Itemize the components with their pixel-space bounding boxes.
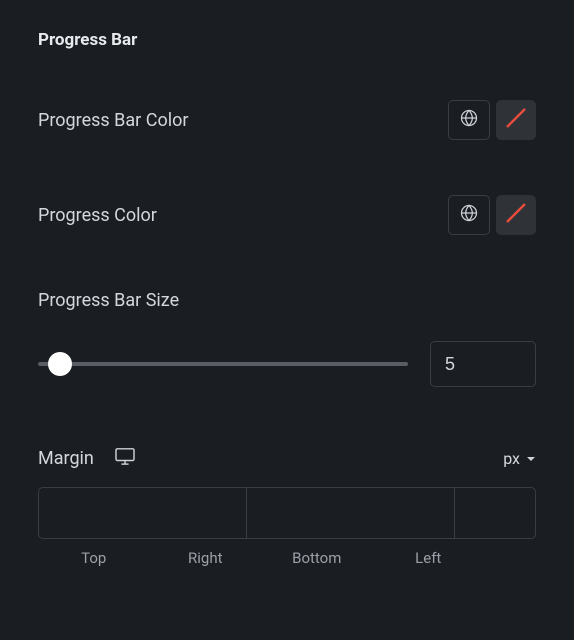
margin-inputs (38, 487, 536, 539)
unit-label: px (503, 449, 520, 468)
size-input[interactable] (430, 341, 536, 387)
progress-color-control (448, 195, 536, 235)
section-title: Progress Bar (38, 30, 536, 50)
margin-header: Margin px (38, 447, 536, 469)
margin-section: Margin px Top Right Bottom Left (38, 447, 536, 567)
no-color-icon (502, 104, 530, 136)
globe-icon (459, 108, 479, 132)
progress-bar-size-section: Progress Bar Size (38, 290, 536, 387)
desktop-icon (114, 447, 136, 469)
progress-bar-color-label: Progress Bar Color (38, 110, 188, 131)
slider-thumb[interactable] (48, 352, 72, 376)
margin-left-label: Left (373, 549, 485, 567)
progress-color-row: Progress Color (38, 195, 536, 235)
color-swatch[interactable] (496, 100, 536, 140)
global-color-button[interactable] (448, 195, 490, 235)
margin-right-label: Right (150, 549, 262, 567)
color-swatch[interactable] (496, 195, 536, 235)
margin-top-input[interactable] (39, 488, 247, 538)
margin-side-labels: Top Right Bottom Left (38, 549, 536, 567)
chevron-down-icon (526, 449, 536, 468)
global-color-button[interactable] (448, 100, 490, 140)
margin-label: Margin (38, 448, 94, 469)
progress-bar-color-row: Progress Bar Color (38, 100, 536, 140)
margin-right-input[interactable] (247, 488, 455, 538)
size-slider-row (38, 341, 536, 387)
unit-select[interactable]: px (503, 449, 536, 468)
responsive-device-button[interactable] (114, 447, 136, 469)
margin-bottom-input[interactable] (455, 488, 536, 538)
margin-top-label: Top (38, 549, 150, 567)
slider-track (38, 362, 408, 366)
size-slider[interactable] (38, 352, 408, 376)
progress-bar-size-label: Progress Bar Size (38, 290, 536, 311)
margin-bottom-label: Bottom (261, 549, 373, 567)
progress-bar-color-control (448, 100, 536, 140)
progress-color-label: Progress Color (38, 205, 157, 226)
globe-icon (459, 203, 479, 227)
no-color-icon (502, 199, 530, 231)
